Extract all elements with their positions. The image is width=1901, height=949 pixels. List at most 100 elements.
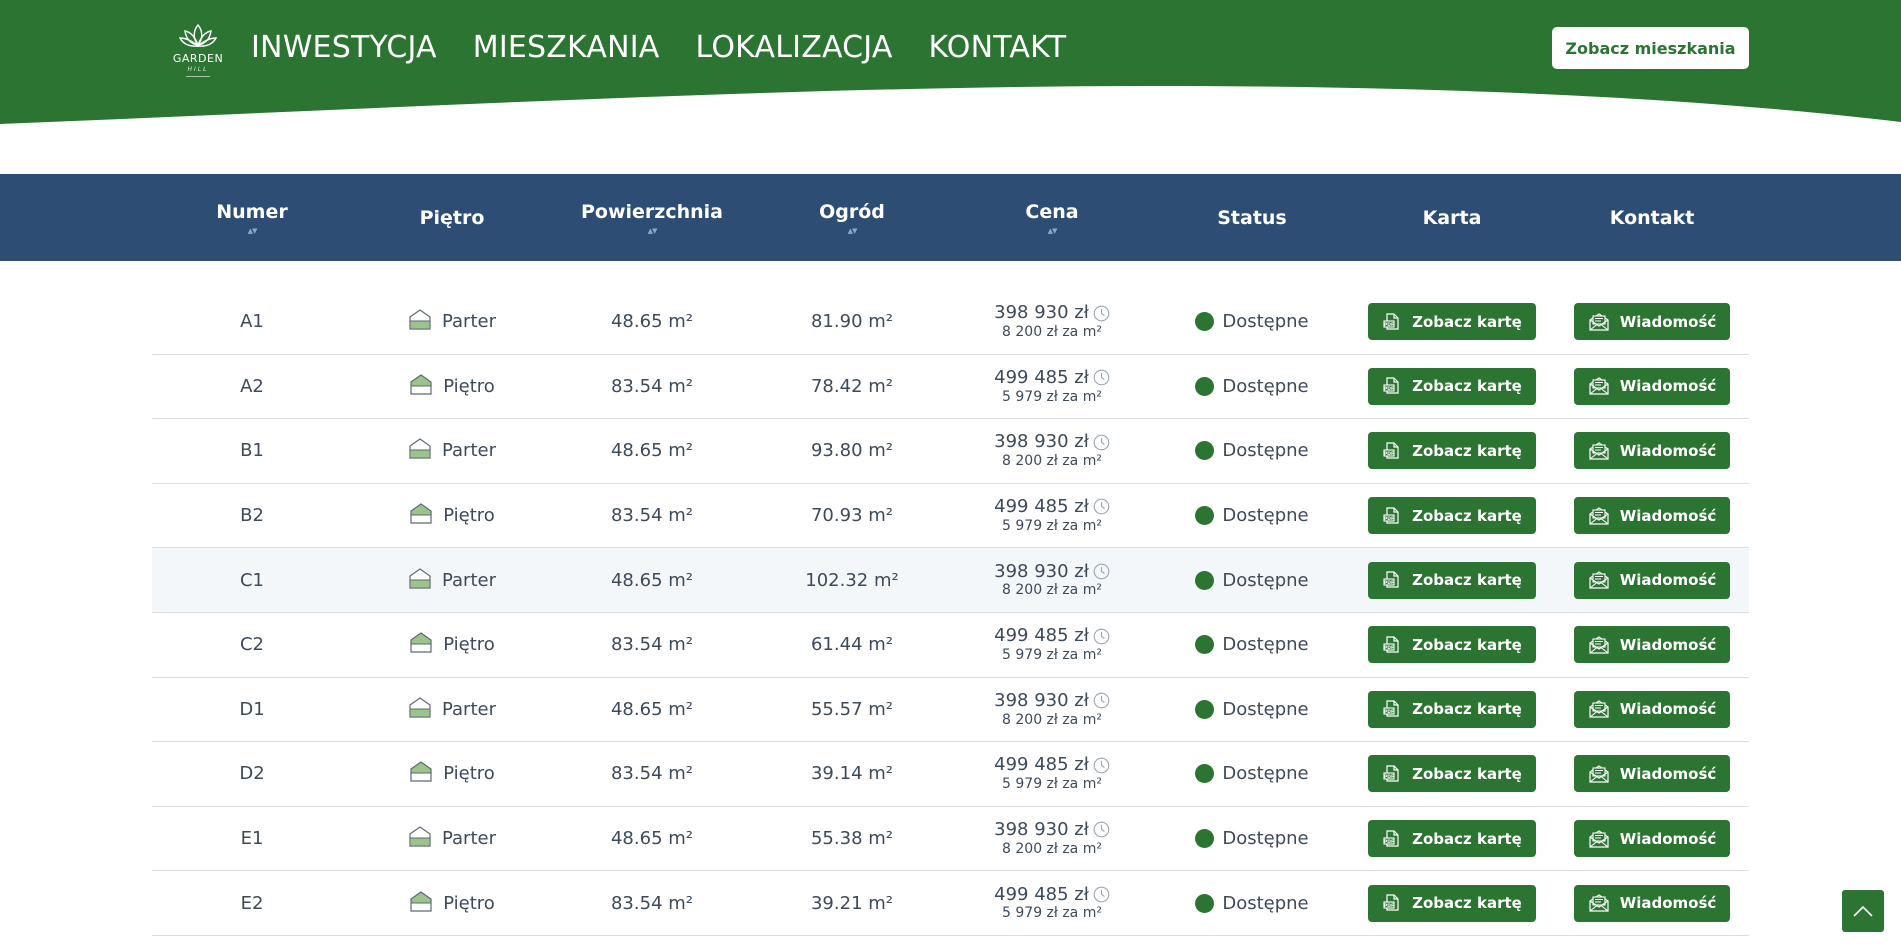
message-button[interactable]: Wiadomość: [1573, 820, 1731, 858]
cell-ogrod: 39.21 m²: [810, 892, 893, 914]
svg-text:PDF: PDF: [1384, 774, 1394, 780]
table-row-d1[interactable]: D1 Parter 48.65 m² 55.57 m² 398 930 zł 8…: [152, 678, 1749, 743]
cell-kontakt: Wiadomość: [1552, 807, 1752, 871]
sort-arrows-icon[interactable]: ▲▼: [1048, 227, 1058, 235]
message-button[interactable]: Wiadomość: [1573, 432, 1731, 470]
see-card-button[interactable]: PDF Zobacz kartę: [1368, 367, 1536, 405]
column-header-ogrod[interactable]: Ogród ▲▼: [752, 174, 952, 261]
cell-pietro: Piętro: [352, 742, 552, 806]
column-header-powierzchnia[interactable]: Powierzchnia ▲▼: [552, 174, 752, 261]
nav-kontakt[interactable]: KONTAKT: [929, 30, 1067, 65]
price-per-m2: 8 200 zł za m²: [1002, 582, 1102, 599]
clock-icon[interactable]: [1093, 563, 1110, 580]
status-label: Dostępne: [1222, 569, 1309, 591]
nav-inwestycja[interactable]: INWESTYCJA: [251, 30, 437, 65]
clock-icon[interactable]: [1093, 886, 1110, 903]
see-card-button[interactable]: PDF Zobacz kartę: [1368, 303, 1536, 341]
pdf-document-icon: PDF: [1383, 506, 1399, 524]
logo-subtitle: HILL: [187, 66, 209, 73]
cell-status: Dostępne: [1152, 290, 1352, 354]
clock-icon[interactable]: [1093, 369, 1110, 386]
clock-icon[interactable]: [1093, 305, 1110, 322]
message-button[interactable]: Wiadomość: [1573, 561, 1731, 599]
table-row-d2[interactable]: D2 Piętro 83.54 m² 39.14 m² 499 485 zł 5…: [152, 742, 1749, 807]
table-row-e1[interactable]: E1 Parter 48.65 m² 55.38 m² 398 930 zł 8…: [152, 807, 1749, 872]
column-header-cena[interactable]: Cena ▲▼: [952, 174, 1152, 261]
see-card-button[interactable]: PDF Zobacz kartę: [1368, 884, 1536, 922]
table-row-c1[interactable]: C1 Parter 48.65 m² 102.32 m² 398 930 zł …: [152, 548, 1749, 613]
sort-arrows-icon[interactable]: ▲▼: [848, 227, 858, 235]
svg-text:PDF: PDF: [1384, 709, 1394, 715]
see-card-label: Zobacz kartę: [1412, 571, 1522, 590]
see-card-button[interactable]: PDF Zobacz kartę: [1368, 755, 1536, 793]
message-button[interactable]: Wiadomość: [1573, 497, 1731, 535]
table-row-a2[interactable]: A2 Piętro 83.54 m² 78.42 m² 499 485 zł 5…: [152, 355, 1749, 420]
cell-karta: PDF Zobacz kartę: [1352, 548, 1552, 612]
see-card-label: Zobacz kartę: [1412, 700, 1522, 719]
column-header-karta: Karta: [1352, 174, 1552, 261]
see-card-label: Zobacz kartę: [1412, 312, 1522, 331]
status-dot-icon: [1195, 699, 1215, 719]
cell-numer: E1: [240, 828, 264, 850]
floor-label: Parter: [441, 698, 496, 720]
floor-label: Piętro: [443, 634, 495, 656]
status-dot-icon: [1195, 570, 1215, 590]
message-button[interactable]: Wiadomość: [1573, 884, 1731, 922]
message-button[interactable]: Wiadomość: [1573, 626, 1731, 664]
table-row-b1[interactable]: B1 Parter 48.65 m² 93.80 m² 398 930 zł 8…: [152, 419, 1749, 484]
see-card-button[interactable]: PDF Zobacz kartę: [1368, 820, 1536, 858]
see-card-button[interactable]: PDF Zobacz kartę: [1368, 497, 1536, 535]
envelope-icon: [1589, 442, 1609, 460]
see-card-button[interactable]: PDF Zobacz kartę: [1368, 626, 1536, 664]
message-button[interactable]: Wiadomość: [1573, 367, 1731, 405]
see-card-label: Zobacz kartę: [1412, 894, 1522, 913]
clock-icon[interactable]: [1093, 692, 1110, 709]
column-header-numer[interactable]: Numer ▲▼: [152, 174, 352, 261]
cell-cena: 499 485 zł 5 979 zł za m²: [952, 871, 1152, 935]
cell-pietro: Parter: [352, 678, 552, 742]
clock-icon[interactable]: [1093, 821, 1110, 838]
table-row-a1[interactable]: A1 Parter 48.65 m² 81.90 m² 398 930 zł 8…: [152, 290, 1749, 355]
svg-text:PDF: PDF: [1384, 515, 1394, 521]
envelope-icon: [1589, 636, 1609, 654]
cell-kontakt: Wiadomość: [1552, 484, 1752, 548]
cell-pietro: Piętro: [352, 871, 552, 935]
scroll-to-top-button[interactable]: [1842, 890, 1884, 932]
message-button[interactable]: Wiadomość: [1573, 303, 1731, 341]
see-card-button[interactable]: PDF Zobacz kartę: [1368, 432, 1536, 470]
cell-ogrod: 93.80 m²: [810, 440, 893, 462]
message-button[interactable]: Wiadomość: [1573, 690, 1731, 728]
house-upper-floor-icon: [409, 372, 433, 401]
table-row-c2[interactable]: C2 Piętro 83.54 m² 61.44 m² 499 485 zł 5…: [152, 613, 1749, 678]
cell-kontakt: Wiadomość: [1552, 290, 1752, 354]
see-card-label: Zobacz kartę: [1412, 441, 1522, 460]
status-label: Dostępne: [1222, 763, 1309, 785]
cell-cena: 499 485 zł 5 979 zł za m²: [952, 613, 1152, 677]
see-card-button[interactable]: PDF Zobacz kartę: [1368, 690, 1536, 728]
nav-mieszkania[interactable]: MIESZKANIA: [473, 30, 660, 65]
cell-pietro: Parter: [352, 807, 552, 871]
table-row-e2[interactable]: E2 Piętro 83.54 m² 39.21 m² 499 485 zł 5…: [152, 871, 1749, 936]
house-upper-floor-icon: [409, 630, 433, 659]
cell-pietro: Piętro: [352, 613, 552, 677]
table-row-b2[interactable]: B2 Piętro 83.54 m² 70.93 m² 499 485 zł 5…: [152, 484, 1749, 549]
message-label: Wiadomość: [1619, 829, 1717, 848]
logo[interactable]: GARDEN HILL: [170, 22, 226, 90]
clock-icon[interactable]: [1093, 498, 1110, 515]
see-card-button[interactable]: PDF Zobacz kartę: [1368, 561, 1536, 599]
clock-icon[interactable]: [1093, 757, 1110, 774]
sort-arrows-icon[interactable]: ▲▼: [248, 227, 258, 235]
cell-numer: B2: [240, 505, 264, 527]
cell-powierzchnia: 83.54 m²: [610, 634, 693, 656]
sort-arrows-icon[interactable]: ▲▼: [648, 227, 658, 235]
pdf-document-icon: PDF: [1383, 313, 1399, 330]
cell-status: Dostępne: [1152, 613, 1352, 677]
cell-powierzchnia: 48.65 m²: [610, 311, 693, 333]
clock-icon[interactable]: [1093, 628, 1110, 645]
message-button[interactable]: Wiadomość: [1573, 755, 1731, 793]
envelope-icon: [1589, 506, 1609, 525]
see-apartments-button[interactable]: Zobacz mieszkania: [1552, 27, 1749, 69]
nav-lokalizacja[interactable]: LOKALIZACJA: [696, 30, 893, 65]
clock-icon[interactable]: [1093, 434, 1110, 451]
status-label: Dostępne: [1222, 892, 1309, 914]
